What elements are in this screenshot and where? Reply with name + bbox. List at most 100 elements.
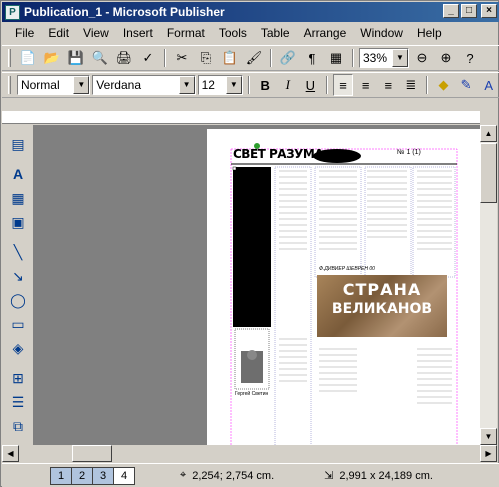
issue-number[interactable]: № 1 (1) (397, 149, 421, 156)
new-icon[interactable]: 📄 (17, 47, 39, 69)
pointer-tool-icon[interactable]: ▤ (7, 133, 29, 155)
autoshapes-icon[interactable]: ◈ (7, 337, 29, 359)
page-tab-3[interactable]: 3 (92, 466, 114, 485)
objects-toolbar: ▤ A ▦ ▣ ╲ ↘ ◯ ▭ ◈ ⊞ ☰ ⧉ (2, 125, 32, 457)
position-value: 2,254; 2,754 cm. (192, 469, 275, 482)
formatting-toolbar: Normal ▼ Verdana ▼ 12 ▼ B I U ≡ ≡ ≡ ≣ ◆ … (2, 72, 499, 98)
font-size-select[interactable]: 12 ▼ (197, 75, 243, 95)
chevron-down-icon[interactable]: ▼ (73, 76, 90, 94)
horizontal-ruler[interactable] (2, 111, 480, 124)
columns-icon[interactable]: ▦ (325, 47, 347, 69)
menu-format[interactable]: Format (160, 26, 212, 40)
align-center-icon[interactable]: ≡ (355, 74, 376, 96)
font-select[interactable]: Verdana ▼ (92, 75, 196, 95)
picture-icon[interactable]: ▣ (7, 211, 29, 233)
arrow-tool-icon[interactable]: ↘ (7, 265, 29, 287)
cut-icon[interactable]: ✂ (171, 47, 193, 69)
scroll-down-button[interactable]: ▼ (480, 428, 497, 445)
scroll-thumb[interactable] (480, 143, 497, 203)
open-icon[interactable]: 📂 (41, 47, 63, 69)
menu-help[interactable]: Help (410, 26, 449, 40)
masthead-title[interactable]: СВЕТ РАЗУМА (233, 147, 324, 161)
menu-view[interactable]: View (76, 26, 116, 40)
menu-bar: File Edit View Insert Format Tools Table… (2, 23, 499, 43)
maximize-button[interactable]: □ (461, 4, 477, 18)
underline-icon[interactable]: U (300, 74, 321, 96)
align-right-icon[interactable]: ≡ (378, 74, 399, 96)
paste-icon[interactable]: 📋 (219, 47, 241, 69)
page-tab-1[interactable]: 1 (50, 466, 72, 485)
format-painter-icon[interactable]: 🖌 (243, 47, 265, 69)
horizontal-scroll-thumb[interactable] (72, 445, 112, 462)
font-color-icon[interactable]: A (478, 74, 499, 96)
zoom-in-icon[interactable]: ⊕ (435, 47, 457, 69)
window-title: Publication_1 - Microsoft Publisher (24, 5, 225, 19)
design-gallery-icon[interactable]: ⧉ (7, 415, 29, 437)
hot-spot-icon[interactable]: ⊞ (7, 367, 29, 389)
menu-insert[interactable]: Insert (116, 26, 160, 40)
page-tab-2[interactable]: 2 (71, 466, 93, 485)
form-control-icon[interactable]: ☰ (7, 391, 29, 413)
copy-icon[interactable]: ⎘ (195, 47, 217, 69)
zoom-out-icon[interactable]: ⊖ (411, 47, 433, 69)
text-box-icon[interactable]: A (7, 163, 29, 185)
scroll-up-button[interactable]: ▲ (480, 125, 497, 142)
page-navigator: 1 2 3 4 (50, 466, 135, 485)
oval-tool-icon[interactable]: ◯ (7, 289, 29, 311)
minimize-button[interactable]: _ (443, 4, 459, 18)
menu-table[interactable]: Table (254, 26, 297, 40)
print-icon[interactable]: 🖨 (113, 47, 135, 69)
size-icon: ⇲ (324, 470, 334, 482)
table-icon[interactable]: ▦ (7, 187, 29, 209)
menu-tools[interactable]: Tools (212, 26, 254, 40)
menu-window[interactable]: Window (353, 26, 410, 40)
scroll-left-button[interactable]: ◀ (2, 445, 19, 462)
font-size-value: 12 (201, 78, 215, 92)
save-icon[interactable]: 💾 (65, 47, 87, 69)
insert-hyperlink-icon[interactable]: 🔗 (277, 47, 299, 69)
justify-icon[interactable]: ≣ (401, 74, 422, 96)
title-bar: P Publication_1 - Microsoft Publisher _ … (2, 2, 499, 22)
publication-page[interactable]: СВЕТ РАЗУМА № 1 (1) Ф.ДИВИЕР ШЕВРЕН 00 С… (207, 129, 480, 445)
italic-icon[interactable]: I (277, 74, 298, 96)
style-value: Normal (20, 78, 60, 92)
font-value: Verdana (96, 78, 142, 92)
position-icon: ⌖ (180, 469, 187, 481)
style-select[interactable]: Normal ▼ (16, 75, 91, 95)
body-snippet[interactable]: Гергей Светин (235, 391, 268, 397)
spelling-icon[interactable]: ✓ (137, 47, 159, 69)
chevron-down-icon[interactable]: ▼ (225, 76, 242, 94)
bold-icon[interactable]: B (255, 74, 276, 96)
help-icon[interactable]: ? (459, 47, 481, 69)
menu-arrange[interactable]: Arrange (297, 26, 354, 40)
close-button[interactable]: × (481, 4, 497, 18)
menu-edit[interactable]: Edit (41, 26, 76, 40)
vertical-scrollbar[interactable]: ▲ ▼ (480, 125, 497, 445)
scroll-right-button[interactable]: ▶ (480, 445, 497, 462)
rectangle-tool-icon[interactable]: ▭ (7, 313, 29, 335)
publisher-window: P Publication_1 - Microsoft Publisher _ … (0, 0, 499, 487)
horizontal-scrollbar[interactable]: ◀ ▶ (2, 445, 497, 463)
status-bar: 1 2 3 4 ⌖ 2,254; 2,754 cm. ⇲ 2,991 x 24,… (2, 463, 499, 487)
document-workspace[interactable]: СВЕТ РАЗУМА № 1 (1) Ф.ДИВИЕР ШЕВРЕН 00 С… (33, 125, 480, 445)
line-color-icon[interactable]: ✎ (456, 74, 477, 96)
fill-color-icon[interactable]: ◆ (433, 74, 454, 96)
banner-line-1: СТРАНА (342, 280, 422, 299)
menu-file[interactable]: File (8, 26, 41, 40)
search-icon[interactable]: 🔍 (89, 47, 111, 69)
zoom-value: 33% (363, 51, 388, 65)
banner-caption[interactable]: Ф.ДИВИЕР ШЕВРЕН 00 (319, 266, 375, 272)
chevron-down-icon[interactable]: ▼ (178, 76, 195, 94)
standard-toolbar: 📄 📂 💾 🔍 🖨 ✓ ✂ ⎘ 📋 🖌 🔗 ¶ ▦ 33% ▼ ⊖ ⊕ ? (2, 45, 499, 71)
size-value: 2,991 x 24,189 cm. (339, 469, 433, 482)
size-indicator: ⇲ 2,991 x 24,189 cm. (324, 469, 433, 483)
align-left-icon[interactable]: ≡ (332, 74, 354, 96)
line-tool-icon[interactable]: ╲ (7, 241, 29, 263)
publisher-app-icon[interactable]: P (5, 4, 20, 20)
page-tab-4[interactable]: 4 (113, 466, 135, 485)
banner-image[interactable]: СТРАНА ВЕЛИКАНОВ (317, 275, 447, 337)
banner-line-2: ВЕЛИКАНОВ (331, 301, 433, 317)
special-characters-icon[interactable]: ¶ (301, 47, 323, 69)
zoom-select[interactable]: 33% ▼ (359, 48, 409, 68)
chevron-down-icon[interactable]: ▼ (392, 49, 408, 67)
